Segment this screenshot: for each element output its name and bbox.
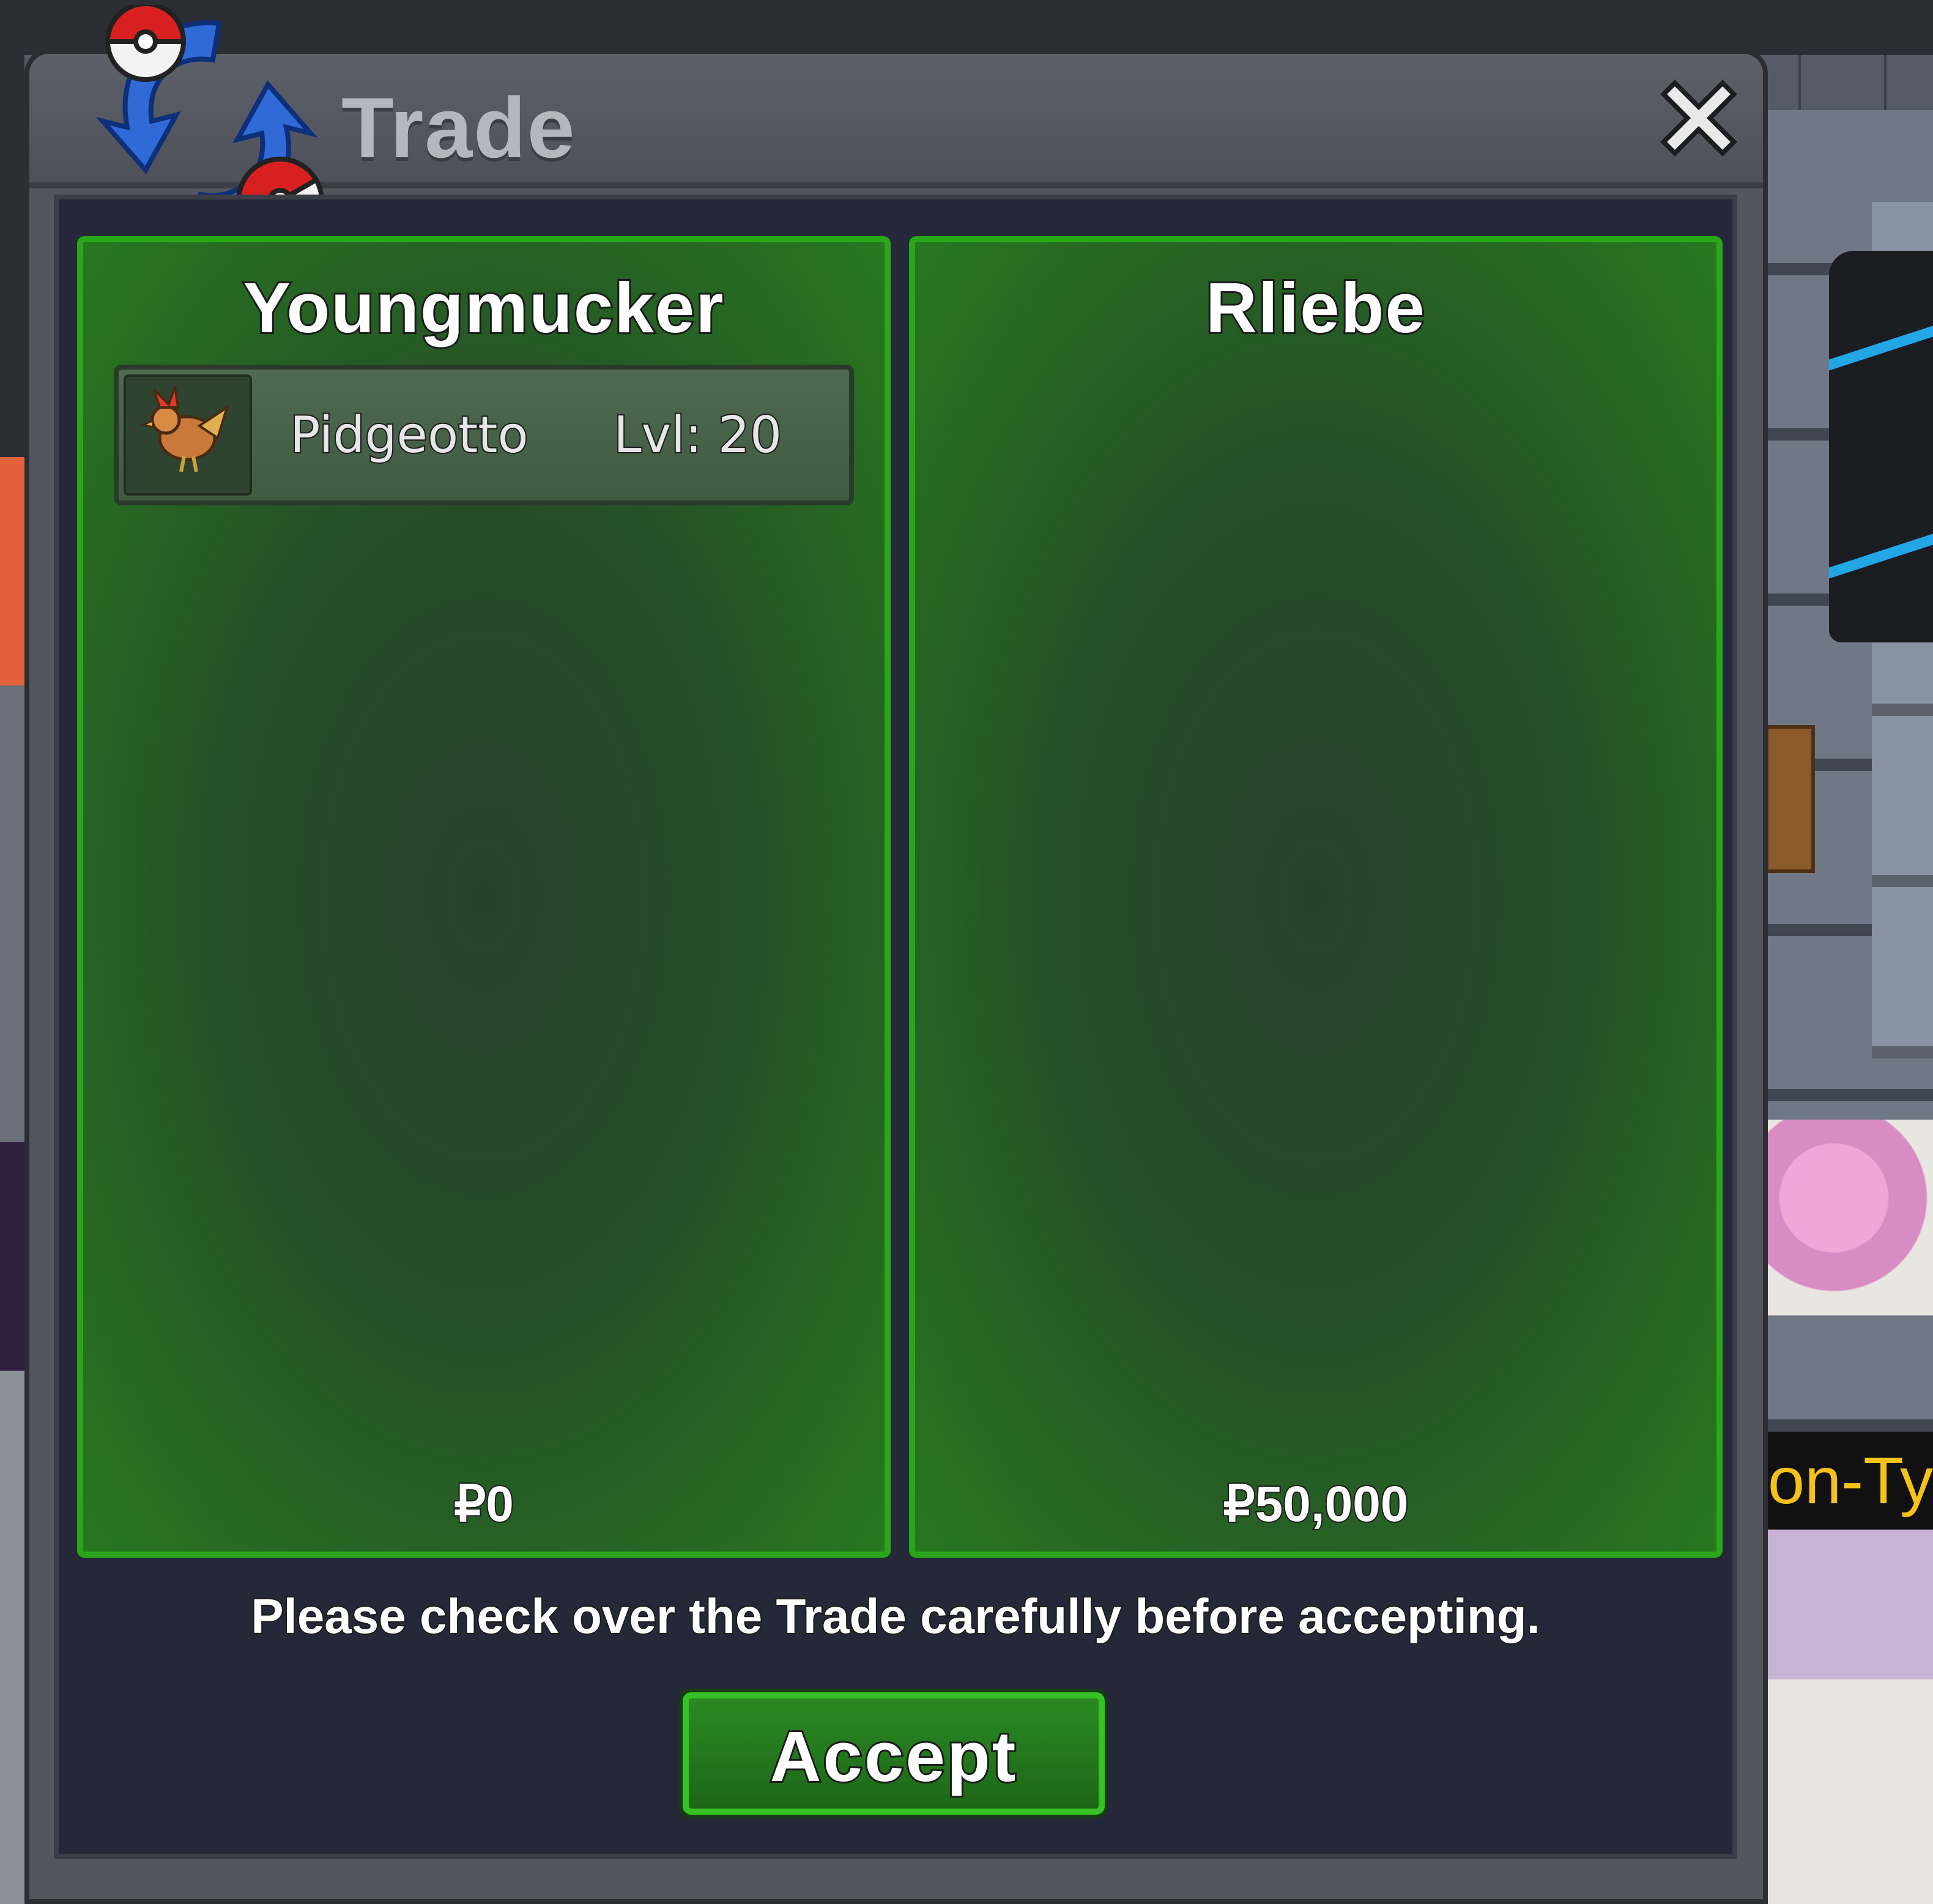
world-npc-character [1768,1530,1933,1904]
partner-offer-panel: Rliebe ₽50,000 [909,236,1723,1558]
window-title: Trade [341,80,576,176]
world-blossom-tree [1768,1120,1933,1315]
accept-button-label: Accept [768,1715,1018,1798]
money-offer-right: ₽50,000 [1222,1475,1410,1533]
player-name-right: Rliebe [1204,266,1427,349]
accept-button[interactable]: Accept [683,1692,1105,1815]
pidgeotto-sprite-icon [139,385,229,472]
pokemon-name: Pidgeotto [289,405,530,466]
pokeball-icon [105,5,187,82]
player-name-left: Youngmucker [242,266,725,349]
trade-content: Youngmucker Pidgeotto Lvl: 20 ₽0 Rliebe … [54,195,1737,1859]
my-offer-panel[interactable]: Youngmucker Pidgeotto Lvl: 20 ₽0 [77,236,891,1558]
world-character-hat [1829,251,1933,642]
world-nameplate: on-Ty [1762,1432,1933,1530]
pokemon-icon-box [124,374,252,496]
money-offer-left: ₽0 [453,1475,515,1533]
trade-warning-text: Please check over the Trade carefully be… [250,1588,1542,1645]
world-left-edge [0,0,24,1904]
close-icon[interactable] [1659,78,1738,158]
offered-pokemon-slot[interactable]: Pidgeotto Lvl: 20 [114,365,854,505]
world-door [1765,725,1815,873]
pokemon-level: Lvl: 20 [612,405,783,466]
trade-window: Trade Youngmucker Pidgeotto Lvl: 20 ₽0 R… [24,5,1768,1904]
